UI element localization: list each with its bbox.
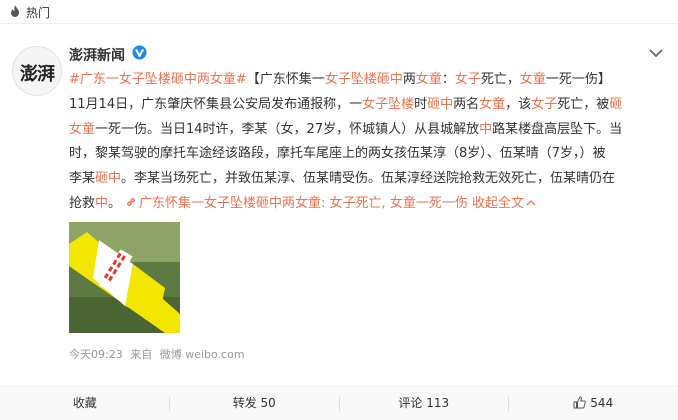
topic-link[interactable]: #广东一女子坠楼砸中两女童#: [69, 72, 247, 87]
content-line: 抢救中。 广东怀集一女子坠楼砸中两女童: 女子死亡, 女童一死一伤 收起全文: [69, 192, 665, 217]
comment-button[interactable]: 评论 113: [339, 387, 509, 420]
repost-button[interactable]: 转发 50: [170, 387, 340, 420]
text: 死亡，被: [557, 96, 610, 112]
source-prefix: 来自: [130, 348, 153, 361]
text: 两: [402, 72, 416, 87]
hot-tag-label: 热门: [26, 6, 51, 20]
text: 死亡，: [480, 72, 520, 87]
link-icon: [127, 198, 135, 206]
text: 【广东怀集一: [246, 72, 325, 87]
highlight: 砸中: [427, 96, 454, 112]
avatar[interactable]: 澎湃: [12, 46, 62, 96]
text: 时，黎某驾驶的摩托车途经该路段，摩托车尾座上的两女孩伍某淳（8岁）、伍某晴（7岁…: [69, 146, 606, 162]
text: 路某楼盘高层坠下。当: [492, 121, 623, 137]
author-name[interactable]: 澎湃新闻: [69, 45, 125, 65]
content-line: #广东一女子坠楼砸中两女童#【广东怀集一女子坠楼砸中两女童：女子死亡，女童一死一…: [69, 68, 665, 93]
highlight: 女子: [531, 96, 558, 112]
comment-label: 评论 113: [398, 396, 450, 410]
text: 时: [414, 96, 428, 112]
hot-tag-bar: 热门: [0, 0, 678, 24]
verified-badge-icon: [132, 45, 147, 60]
highlight: 女子坠楼砸中: [324, 72, 403, 87]
highlight: 女童: [519, 72, 546, 87]
police-tape-image: [69, 222, 180, 333]
text: 一死一伤】: [545, 72, 611, 87]
highlight: 女童: [69, 121, 96, 137]
text: 抢救: [69, 195, 96, 211]
avatar-logo: 澎湃: [20, 64, 55, 85]
highlight: 中: [479, 121, 493, 137]
text: 。: [108, 195, 122, 211]
like-button[interactable]: 544: [509, 387, 678, 420]
text: 李某: [69, 171, 96, 187]
highlight: 女童: [479, 96, 506, 112]
content-line: 11月14日，广东肇庆怀集县公安局发布通报称，一女子坠楼时砸中两名女童，该女子死…: [69, 93, 665, 118]
text: ：: [441, 72, 455, 87]
content-line: 李某砸中。李某当场死亡，并致伍某淳、伍某晴受伤。伍某淳经送院抢救无效死亡，伍某晴…: [69, 167, 665, 192]
highlight: 中: [95, 195, 109, 211]
collect-button[interactable]: 收藏: [0, 387, 170, 420]
post-meta: 今天09:23 来自 微博 weibo.com: [69, 346, 245, 362]
highlight: 女童: [415, 72, 442, 87]
thumbs-up-icon: [573, 396, 587, 409]
collapse-link[interactable]: 收起全文: [472, 196, 524, 211]
highlight: 砸中: [95, 171, 122, 187]
highlight: 女子: [454, 72, 481, 87]
highlight: 砸: [609, 96, 623, 112]
text: 两名: [453, 96, 480, 112]
text: 。李某当场死亡，并致伍某淳、伍某晴受伤。伍某淳经送院抢救无效死亡，伍某晴仍在: [121, 171, 616, 187]
weibo-post-card: 热门 澎湃 澎湃新闻 #广东一女子坠楼砸中两女童#【广东怀集一女子坠楼砸中两女童…: [0, 0, 678, 420]
post-content: #广东一女子坠楼砸中两女童#【广东怀集一女子坠楼砸中两女童：女子死亡，女童一死一…: [69, 68, 665, 217]
text: 一死一伤。当日14时许，李某（女，27岁，怀城镇人）从县城解放: [95, 121, 480, 137]
collect-label: 收藏: [72, 396, 97, 410]
action-bar: 收藏 转发 50 评论 113 544: [0, 386, 678, 420]
flame-icon: [11, 5, 19, 17]
like-count: 544: [590, 396, 614, 410]
repost-label: 转发 50: [232, 396, 276, 410]
chevron-up-icon[interactable]: [526, 199, 536, 207]
post-source[interactable]: 微博 weibo.com: [160, 348, 245, 361]
chevron-down-icon[interactable]: [648, 47, 664, 59]
post-time[interactable]: 今天09:23: [69, 348, 123, 361]
content-line: 时，黎某驾驶的摩托车途经该路段，摩托车尾座上的两女孩伍某淳（8岁）、伍某晴（7岁…: [69, 142, 665, 167]
post-image[interactable]: [69, 222, 180, 333]
text: ，该: [505, 96, 532, 112]
article-link[interactable]: 广东怀集一女子坠楼砸中两女童: 女子死亡, 女童一死一伤: [139, 196, 468, 211]
highlight: 女子坠楼: [362, 96, 415, 112]
content-line: 女童一死一伤。当日14时许，李某（女，27岁，怀城镇人）从县城解放中路某楼盘高层…: [69, 118, 665, 143]
text: 11月14日，广东肇庆怀集县公安局发布通报称，一: [69, 96, 363, 112]
